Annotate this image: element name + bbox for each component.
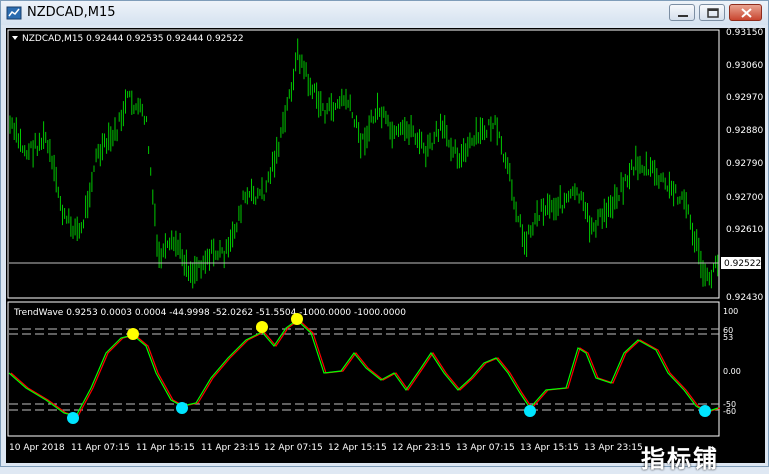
title-bar[interactable]: NZDCAD,M15: [1, 1, 768, 25]
price-tick: 0.92610: [726, 225, 763, 235]
time-tick: 11 Apr 07:15: [71, 443, 130, 453]
top-signal-dot: [256, 321, 268, 333]
price-tick: 0.92970: [726, 93, 763, 103]
indicator-tick: 100: [723, 307, 738, 316]
watermark-logo: 指标铺: [641, 445, 719, 473]
close-icon: [741, 8, 752, 18]
indicator-label: TrendWave 0.9253 0.0003 0.0004 -44.9998 …: [13, 308, 406, 318]
minimize-icon: [678, 15, 688, 17]
indicator-levels: [9, 328, 719, 411]
time-tick: 13 Apr 15:15: [520, 443, 579, 453]
price-tick: 0.92880: [726, 126, 763, 136]
price-tick: 0.92430: [726, 293, 763, 303]
window-title: NZDCAD,M15: [27, 5, 116, 20]
bottom-signal-dot: [699, 405, 711, 417]
main-chart-frame: [7, 29, 720, 299]
price-tick: 0.93060: [726, 61, 763, 71]
current-price-label: 0.92522: [724, 259, 761, 269]
time-axis: 10 Apr 2018 11 Apr 07:15 11 Apr 15:15 11…: [9, 443, 643, 453]
indicator-tick: -60: [723, 407, 736, 416]
main-chart-label: NZDCAD,M15 0.92444 0.92535 0.92444 0.925…: [22, 34, 244, 44]
minimize-button[interactable]: [669, 4, 695, 21]
time-tick: 11 Apr 23:15: [201, 443, 260, 453]
time-tick: 12 Apr 07:15: [264, 443, 323, 453]
maximize-button[interactable]: [699, 4, 725, 21]
collapse-triangle-icon[interactable]: [12, 36, 18, 40]
close-button[interactable]: [729, 4, 762, 21]
bottom-signal-dot: [524, 405, 536, 417]
time-tick: 13 Apr 07:15: [456, 443, 515, 453]
indicator-tick: 0.00: [723, 367, 741, 376]
price-tick: 0.92700: [726, 193, 763, 203]
price-axis: 0.93150 0.93060 0.92970 0.92880 0.92790 …: [721, 28, 763, 303]
indicator-tick: 53: [723, 333, 733, 342]
time-tick: 11 Apr 15:15: [136, 443, 195, 453]
candle-series: [9, 38, 719, 289]
signal-dots: [67, 313, 711, 424]
time-tick: 13 Apr 23:15: [584, 443, 643, 453]
chart-app-icon: [6, 6, 22, 20]
bottom-signal-dot: [176, 402, 188, 414]
maximize-icon: [707, 8, 719, 18]
top-signal-dot: [291, 313, 303, 325]
time-tick: 12 Apr 23:15: [392, 443, 451, 453]
price-tick: 0.92790: [726, 159, 763, 169]
time-tick: 12 Apr 15:15: [328, 443, 387, 453]
bottom-signal-dot: [67, 412, 79, 424]
chart-window: NZDCAD,M15 NZDCAD,M15 0.92444 0.92535 0.…: [0, 0, 769, 473]
price-tick: 0.93150: [726, 28, 763, 38]
indicator-axis: 100 60 53 0.00 -50 -60: [723, 307, 741, 416]
top-signal-dot: [127, 328, 139, 340]
indicator-frame: [7, 301, 720, 437]
chart-canvas[interactable]: NZDCAD,M15 0.92444 0.92535 0.92444 0.925…: [6, 28, 765, 463]
time-tick: 10 Apr 2018: [9, 443, 65, 453]
